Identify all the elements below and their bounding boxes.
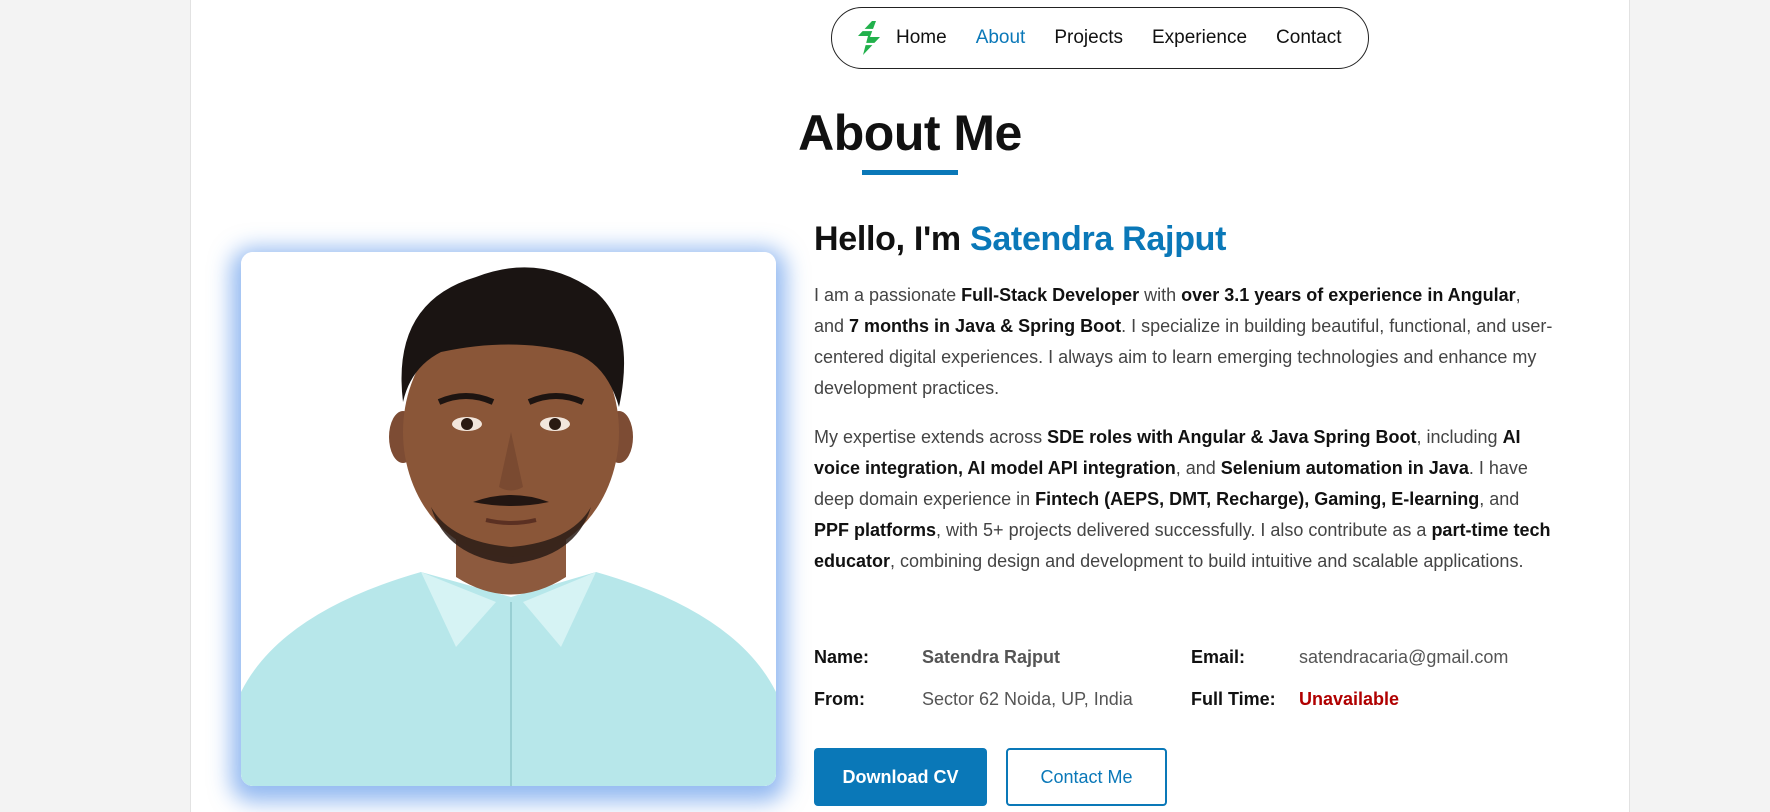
name-value: Satendra Rajput — [922, 647, 1061, 667]
fulltime-label: Full Time: — [1191, 689, 1276, 709]
profile-photo — [241, 252, 776, 786]
para2-bold: SDE roles with Angular & Java Spring Boo… — [1047, 427, 1417, 447]
para1-bold: 7 months in Java & Spring Boot — [849, 316, 1122, 336]
para2-bold: PPF platforms — [814, 520, 937, 540]
para1-text: with — [1139, 285, 1182, 305]
nav-home[interactable]: Home — [896, 27, 947, 49]
about-paragraph-2: My expertise extends across SDE roles wi… — [814, 422, 1554, 577]
download-cv-button[interactable]: Download CV — [814, 748, 987, 806]
top-navbar: Home About Projects Experience Contact — [831, 7, 1369, 69]
para2-bold: Selenium automation in Java — [1220, 458, 1469, 478]
para2-text: , and — [1175, 458, 1221, 478]
para2-text: My expertise extends across — [814, 427, 1048, 447]
nav-about[interactable]: About — [976, 27, 1026, 49]
para1-bold: Full-Stack Developer — [961, 285, 1140, 305]
nav-projects[interactable]: Projects — [1054, 27, 1123, 49]
name-label: Name: — [814, 647, 870, 667]
fulltime-value: Unavailable — [1299, 689, 1400, 709]
greeting-name: Satendra Rajput — [969, 220, 1227, 258]
para2-text: , and — [1479, 489, 1520, 509]
from-label: From: — [814, 689, 865, 709]
from-value: Sector 62 Noida, UP, India — [922, 689, 1133, 709]
nav-contact[interactable]: Contact — [1276, 27, 1341, 49]
para2-bold: Fintech (AEPS, DMT, Recharge), Gaming, E… — [1035, 489, 1480, 509]
contact-me-button[interactable]: Contact Me — [1006, 748, 1167, 806]
para2-text: , with 5+ projects delivered successfull… — [936, 520, 1432, 540]
greeting-heading: Hello, I'm Satendra Rajput — [814, 220, 1226, 259]
para1-text: I am a passionate — [814, 285, 962, 305]
para1-bold: over 3.1 years of experience in Angular — [1181, 285, 1516, 305]
section-title: About Me — [798, 105, 1022, 161]
title-underline — [862, 170, 958, 175]
greeting-prefix: Hello, I'm — [814, 220, 970, 258]
para2-text: , combining design and development to bu… — [890, 551, 1524, 571]
nav-experience[interactable]: Experience — [1152, 27, 1247, 49]
email-label: Email: — [1191, 647, 1246, 667]
para2-text: , including — [1416, 427, 1503, 447]
email-value[interactable]: satendracaria@gmail.com — [1299, 647, 1508, 668]
about-paragraph-1: I am a passionate Full-Stack Developer w… — [814, 280, 1554, 404]
lightning-logo-icon[interactable] — [854, 20, 884, 56]
